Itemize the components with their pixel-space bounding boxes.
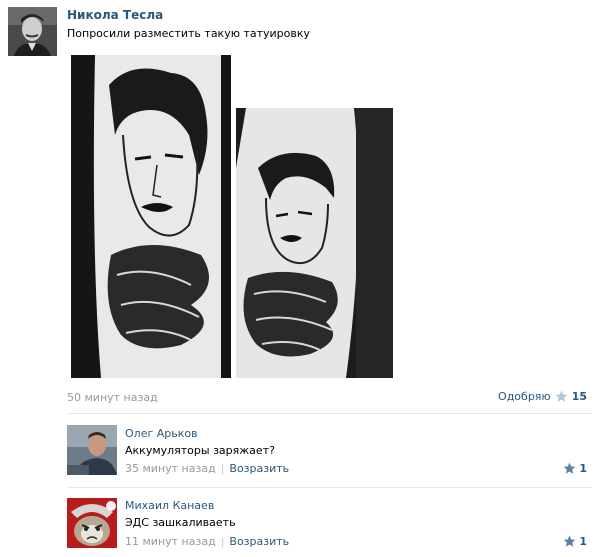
- comment-meta: 35 минут назад | Возразить: [125, 462, 289, 475]
- star-icon: [563, 535, 576, 547]
- post-divider: [67, 413, 592, 414]
- comment-like-button[interactable]: 1: [563, 462, 587, 475]
- comment-divider: [67, 487, 592, 488]
- comment-like-count: 1: [579, 535, 587, 548]
- star-icon: [563, 462, 576, 474]
- comment-reply-link[interactable]: Возразить: [229, 535, 289, 548]
- star-icon: [555, 390, 568, 402]
- comment-text: Аккумуляторы заряжает?: [125, 444, 275, 457]
- separator: |: [220, 535, 225, 548]
- author-avatar[interactable]: [8, 7, 57, 56]
- comment-meta: 11 минут назад | Возразить: [125, 535, 289, 548]
- post-author-name[interactable]: Никола Тесла: [67, 8, 163, 22]
- comment-author-name[interactable]: Олег Арьков: [125, 427, 198, 440]
- like-count: 15: [571, 390, 587, 403]
- comment-like-button[interactable]: 1: [563, 535, 587, 548]
- post-photo-2[interactable]: [236, 108, 393, 378]
- post-like-button[interactable]: Одобряю 15: [498, 390, 587, 403]
- post-time[interactable]: 50 минут назад: [67, 391, 158, 404]
- comment-time[interactable]: 11 минут назад: [125, 535, 216, 548]
- comment-text: ЭДС зашкаливаеть: [125, 516, 236, 529]
- comment-avatar[interactable]: [67, 425, 117, 475]
- post-photo-1[interactable]: [71, 55, 231, 378]
- comment-reply-link[interactable]: Возразить: [229, 462, 289, 475]
- comment-avatar[interactable]: [67, 498, 117, 548]
- like-label: Одобряю: [498, 390, 551, 403]
- comment-like-count: 1: [579, 462, 587, 475]
- comment-time[interactable]: 35 минут назад: [125, 462, 216, 475]
- comment-author-name[interactable]: Михаил Канаев: [125, 499, 214, 512]
- post-text: Попросили разместить такую татуировку: [67, 27, 311, 40]
- separator: |: [220, 462, 225, 475]
